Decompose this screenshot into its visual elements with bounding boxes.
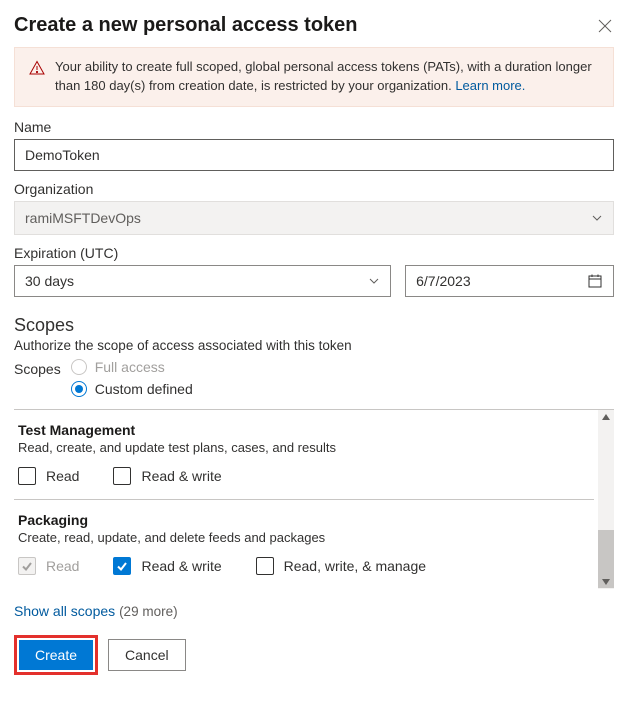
warning-banner: Your ability to create full scoped, glob… — [14, 47, 614, 107]
name-label: Name — [14, 119, 614, 135]
close-icon — [597, 18, 613, 34]
warning-text: Your ability to create full scoped, glob… — [55, 58, 599, 96]
expiration-date-value: 6/7/2023 — [416, 273, 471, 289]
scope-full-access-label: Full access — [95, 359, 165, 375]
organization-label: Organization — [14, 181, 614, 197]
scope-permission[interactable]: Read — [18, 467, 79, 485]
radio-icon — [71, 359, 87, 375]
scope-full-access-radio[interactable]: Full access — [71, 359, 193, 375]
show-all-scopes-count: (29 more) — [119, 604, 178, 619]
scope-custom-radio[interactable]: Custom defined — [71, 381, 193, 397]
scope-category: Packaging Create, read, update, and delet… — [14, 500, 594, 589]
radio-icon — [71, 381, 87, 397]
name-input[interactable] — [14, 139, 614, 171]
scope-permissions-row: Read Read & write Read, write, & manage — [18, 557, 590, 575]
chevron-down-icon — [591, 212, 603, 224]
scopes-title: Scopes — [14, 315, 614, 336]
scopes-radio-group: Scopes Full access Custom defined — [14, 359, 614, 397]
action-row: Create Cancel — [14, 635, 614, 675]
scope-category-title: Test Management — [18, 422, 590, 438]
expiration-duration-value: 30 days — [25, 273, 74, 289]
calendar-icon — [587, 273, 603, 289]
organization-select[interactable]: ramiMSFTDevOps — [14, 201, 614, 235]
chevron-down-icon — [368, 275, 380, 287]
checkbox[interactable] — [113, 467, 131, 485]
scope-permission-label: Read — [46, 468, 79, 484]
scope-permission: Read — [18, 557, 79, 575]
checkbox[interactable] — [256, 557, 274, 575]
scope-permissions-row: Read Read & write — [18, 467, 590, 485]
scope-permission[interactable]: Read, write, & manage — [256, 557, 426, 575]
show-all-scopes-row: Show all scopes (29 more) — [14, 603, 614, 619]
scope-permission-label: Read & write — [141, 468, 221, 484]
scope-permission-label: Read, write, & manage — [284, 558, 426, 574]
dialog-title: Create a new personal access token — [14, 14, 358, 37]
expiration-duration-select[interactable]: 30 days — [14, 265, 391, 297]
scopes-label: Scopes — [14, 361, 61, 377]
checkbox[interactable] — [113, 557, 131, 575]
organization-value: ramiMSFTDevOps — [25, 210, 141, 226]
warning-icon — [29, 60, 45, 96]
expiration-label: Expiration (UTC) — [14, 245, 614, 261]
close-button[interactable] — [596, 17, 614, 35]
check-icon — [21, 560, 33, 572]
expiration-date-input[interactable]: 6/7/2023 — [405, 265, 614, 297]
scope-category-title: Packaging — [18, 512, 590, 528]
scope-category: Test Management Read, create, and update … — [14, 410, 594, 500]
create-button-highlight: Create — [14, 635, 98, 675]
checkbox — [18, 557, 36, 575]
scope-permission[interactable]: Read & write — [113, 467, 221, 485]
scope-category-description: Create, read, update, and delete feeds a… — [18, 530, 590, 545]
show-all-scopes-link[interactable]: Show all scopes — [14, 603, 115, 619]
dialog-header: Create a new personal access token — [14, 14, 614, 37]
scope-custom-label: Custom defined — [95, 381, 193, 397]
learn-more-link[interactable]: Learn more. — [455, 78, 525, 93]
checkbox[interactable] — [18, 467, 36, 485]
scope-permission-label: Read — [46, 558, 79, 574]
scope-list: Test Management Read, create, and update … — [14, 410, 614, 589]
scope-permission-label: Read & write — [141, 558, 221, 574]
scopes-description: Authorize the scope of access associated… — [14, 338, 614, 353]
scope-permission[interactable]: Read & write — [113, 557, 221, 575]
check-icon — [116, 560, 128, 572]
scroll-down-arrow-icon — [601, 577, 611, 587]
expiration-row: 30 days 6/7/2023 — [14, 265, 614, 297]
create-button[interactable]: Create — [19, 640, 93, 670]
scroll-up-arrow-icon — [601, 412, 611, 422]
scrollbar-track[interactable] — [598, 410, 614, 589]
scope-category-description: Read, create, and update test plans, cas… — [18, 440, 590, 455]
cancel-button[interactable]: Cancel — [108, 639, 186, 671]
scope-list-container: Test Management Read, create, and update … — [14, 409, 614, 589]
